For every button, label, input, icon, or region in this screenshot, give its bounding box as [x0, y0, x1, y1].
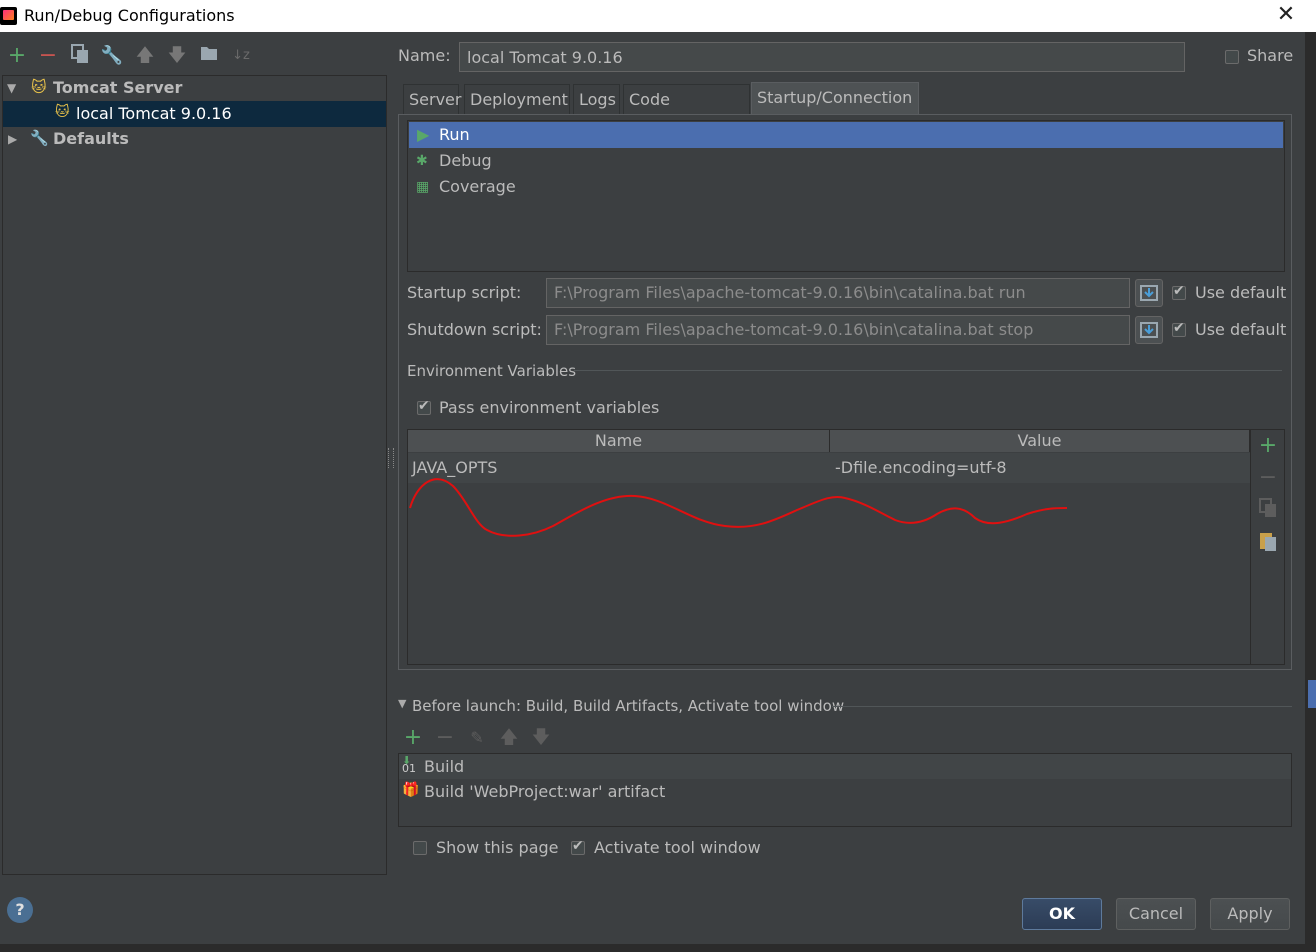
list-item-debug[interactable]: ✱ Debug — [409, 148, 1283, 174]
list-item-label: Build — [424, 757, 465, 776]
name-label: Name: — [398, 46, 451, 65]
use-default-label: Use default — [1195, 283, 1287, 302]
window-title: Run/Debug Configurations — [24, 6, 235, 25]
tab-deployment[interactable]: Deployment — [464, 84, 570, 114]
name-field[interactable] — [459, 42, 1185, 72]
cancel-button[interactable]: Cancel — [1116, 898, 1196, 930]
tab-startup-connection[interactable]: Startup/Connection — [751, 82, 919, 114]
environment-variables-title: Environment Variables — [407, 362, 577, 380]
add-configuration-icon[interactable]: + — [5, 44, 29, 68]
tomcat-icon: 🐱 — [31, 78, 47, 96]
tab-logs[interactable]: Logs — [573, 84, 620, 114]
move-task-up-icon[interactable]: 🡅 — [497, 726, 521, 750]
startup-script-field[interactable]: F:\Program Files\apache-tomcat-9.0.16\bi… — [546, 278, 1130, 308]
sort-alphabetically-icon[interactable]: ↓z — [229, 44, 253, 68]
list-item-run[interactable]: ▶ Run — [409, 122, 1283, 148]
show-this-page-checkbox[interactable] — [413, 841, 427, 855]
add-task-icon[interactable]: + — [401, 726, 425, 750]
tab-server[interactable]: Server — [403, 84, 461, 114]
splitter-handle[interactable] — [388, 448, 394, 468]
column-header-name[interactable]: Name — [408, 430, 830, 452]
activate-tool-window-checkbox[interactable] — [571, 838, 585, 855]
add-env-var-icon[interactable]: + — [1256, 434, 1280, 458]
list-item-label: Run — [439, 125, 470, 144]
section-divider — [574, 370, 1282, 371]
background-window-edge — [1305, 32, 1316, 944]
list-item-label: Coverage — [439, 177, 516, 196]
background-window-bottom — [0, 944, 1316, 952]
artifact-icon: 🎁 — [402, 782, 420, 798]
startup-script-label: Startup script: — [407, 283, 522, 302]
apply-button[interactable]: Apply — [1210, 898, 1290, 930]
remove-env-var-icon[interactable]: − — [1256, 466, 1280, 490]
expand-arrow-icon[interactable]: ▶ — [8, 132, 17, 146]
move-up-icon[interactable]: 🡅 — [133, 44, 157, 68]
pass-environment-variables-label: Pass environment variables — [439, 398, 660, 417]
shutdown-script-label: Shutdown script: — [407, 320, 542, 339]
tree-item-defaults[interactable]: ▶ 🔧 Defaults — [3, 127, 386, 153]
wrench-icon: 🔧 — [30, 129, 49, 147]
tomcat-icon: 🐱 — [55, 104, 70, 120]
tab-code-coverage[interactable]: Code Coverage — [623, 84, 750, 139]
folder-icon[interactable] — [197, 44, 221, 68]
table-side-divider — [1250, 430, 1251, 664]
tree-item-local-tomcat[interactable]: 🐱 local Tomcat 9.0.16 — [3, 101, 386, 127]
red-annotation-scribble — [409, 478, 1068, 537]
list-item-label: Build 'WebProject:war' artifact — [424, 782, 666, 801]
collapse-arrow-icon[interactable]: ▼ — [7, 81, 16, 95]
move-task-down-icon[interactable]: 🡇 — [529, 726, 553, 750]
list-item-build-artifact[interactable]: 🎁 Build 'WebProject:war' artifact — [399, 779, 1291, 804]
share-label: Share — [1247, 46, 1294, 65]
tree-item-label: Defaults — [53, 129, 129, 148]
show-this-page-label: Show this page — [436, 838, 559, 857]
activate-tool-window-label: Activate tool window — [594, 838, 761, 857]
remove-configuration-icon[interactable]: − — [36, 44, 60, 68]
ok-button[interactable]: OK — [1022, 898, 1102, 930]
tree-item-label: Tomcat Server — [53, 78, 183, 97]
pass-environment-variables-checkbox[interactable] — [417, 398, 431, 415]
use-default-label: Use default — [1195, 320, 1287, 339]
help-button[interactable]: ? — [7, 897, 33, 923]
close-window-button[interactable]: ✕ — [1272, 1, 1300, 29]
move-down-icon[interactable]: 🡇 — [165, 44, 189, 68]
debug-bug-icon: ✱ — [416, 153, 428, 169]
before-launch-title[interactable]: Before launch: Build, Build Artifacts, A… — [412, 697, 844, 715]
tree-item-tomcat-server[interactable]: ▼ 🐱 Tomcat Server — [3, 76, 386, 102]
coverage-icon: ▦ — [416, 179, 430, 195]
paste-env-var-icon[interactable] — [1256, 530, 1280, 554]
intellij-app-icon — [0, 7, 17, 25]
edit-task-icon[interactable]: ✎ — [465, 726, 489, 750]
run-icon: ▶ — [417, 125, 430, 144]
section-divider — [832, 706, 1292, 707]
background-window-selection — [1308, 680, 1316, 708]
list-item-build[interactable]: ⬇ 01 Build — [399, 754, 1291, 779]
column-header-value[interactable]: Value — [830, 430, 1250, 452]
edit-defaults-wrench-icon[interactable]: 🔧 — [100, 44, 124, 68]
browse-startup-script-button[interactable] — [1135, 279, 1163, 307]
share-checkbox[interactable] — [1225, 50, 1239, 64]
startup-use-default-checkbox[interactable] — [1172, 283, 1186, 300]
title-bar: Run/Debug Configurations ✕ — [0, 0, 1316, 32]
collapse-arrow-icon[interactable]: ▼ — [398, 697, 406, 710]
copy-configuration-icon[interactable] — [68, 44, 92, 68]
configurations-tree: ▼ 🐱 Tomcat Server 🐱 local Tomcat 9.0.16 … — [2, 75, 387, 875]
shutdown-script-field[interactable]: F:\Program Files\apache-tomcat-9.0.16\bi… — [546, 315, 1130, 345]
list-item-label: Debug — [439, 151, 492, 170]
remove-task-icon[interactable]: − — [433, 726, 457, 750]
browse-shutdown-script-button[interactable] — [1135, 316, 1163, 344]
tree-item-label: local Tomcat 9.0.16 — [76, 104, 232, 123]
build-icon: ⬇ 01 — [402, 754, 416, 775]
copy-env-var-icon[interactable] — [1256, 498, 1280, 522]
shutdown-use-default-checkbox[interactable] — [1172, 320, 1186, 337]
list-item-coverage[interactable]: ▦ Coverage — [409, 174, 1283, 200]
